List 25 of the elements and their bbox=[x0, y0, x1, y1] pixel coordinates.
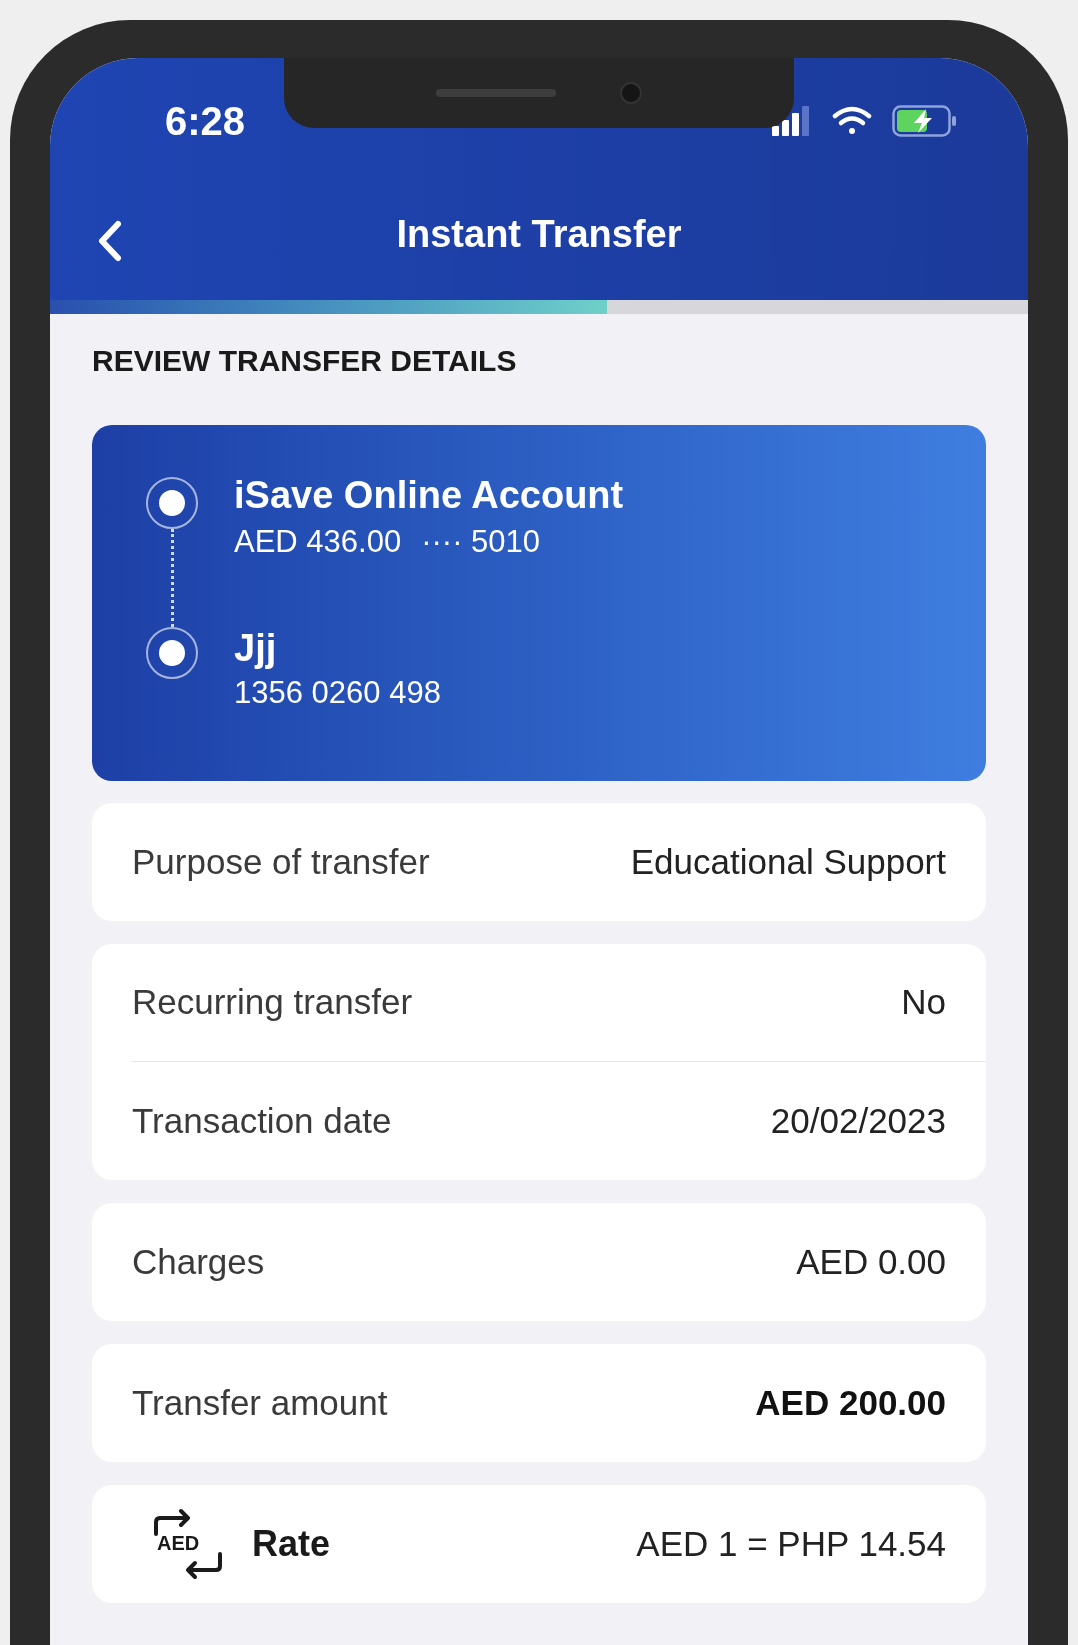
detail-value: No bbox=[901, 981, 946, 1024]
account-balance: AED 436.00 bbox=[234, 523, 402, 561]
status-time: 6:28 bbox=[165, 98, 246, 145]
detail-value: AED 0.00 bbox=[796, 1240, 946, 1283]
recipient-account-number: 1356 0260 498 bbox=[234, 673, 442, 712]
detail-value: Educational Support bbox=[630, 840, 946, 883]
source-account-name: iSave Online Account bbox=[234, 473, 624, 517]
detail-value: 20/02/2023 bbox=[770, 1099, 946, 1142]
detail-label: Charges bbox=[132, 1240, 265, 1283]
signal-icon bbox=[772, 106, 812, 136]
recipient-name: Jjj bbox=[234, 625, 278, 670]
screen-title: Instant Transfer bbox=[396, 211, 682, 257]
detail-label: Transaction date bbox=[132, 1099, 392, 1142]
account-number-mask: ···· 5010 bbox=[421, 523, 541, 561]
camera-lens bbox=[620, 82, 642, 104]
battery-charging-icon bbox=[892, 105, 958, 137]
detail-label: Recurring transfer bbox=[132, 981, 413, 1024]
back-chevron-icon bbox=[97, 220, 123, 262]
detail-label: Purpose of transfer bbox=[132, 840, 430, 883]
wifi-icon bbox=[832, 106, 872, 136]
rate-label: Rate bbox=[252, 1522, 331, 1566]
section-title: REVIEW TRANSFER DETAILS bbox=[92, 344, 517, 377]
detail-value: AED 200.00 bbox=[755, 1381, 946, 1424]
detail-label: Transfer amount bbox=[132, 1381, 388, 1424]
detail-value: AED 1 = PHP 14.54 bbox=[636, 1522, 946, 1565]
